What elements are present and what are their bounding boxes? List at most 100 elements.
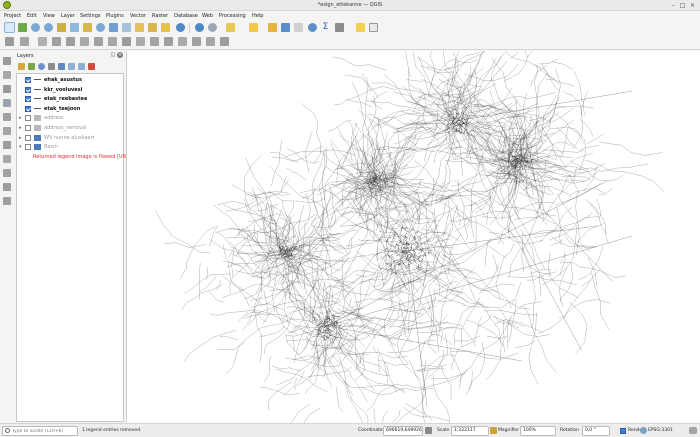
menu-help[interactable]: Help <box>252 13 263 19</box>
filter-legend-icon[interactable] <box>48 63 55 70</box>
add-vector-layer-icon[interactable] <box>3 85 11 93</box>
crs-globe-icon[interactable] <box>640 427 647 434</box>
layer-row[interactable]: ehak_asustus <box>17 76 123 85</box>
locator-input[interactable] <box>12 427 76 435</box>
zoom-last-icon[interactable] <box>122 23 131 32</box>
field-calculator-icon[interactable] <box>268 23 277 32</box>
zoom-to-selection-icon[interactable] <box>83 23 92 32</box>
zoom-next-icon[interactable] <box>135 23 144 32</box>
layer-row[interactable]: ▸ address <box>17 114 123 123</box>
split-parts-icon[interactable] <box>192 37 201 46</box>
move-feature-icon[interactable] <box>38 37 47 46</box>
measure-line-icon[interactable] <box>335 23 344 32</box>
zoom-native-icon[interactable] <box>109 23 118 32</box>
undo-icon[interactable] <box>3 183 11 191</box>
menu-database[interactable]: Database <box>174 13 198 19</box>
minimize-button[interactable]: – <box>670 2 677 9</box>
open-layer-styling-icon[interactable] <box>18 63 25 70</box>
scale-combo[interactable]: 1:322117 <box>451 426 489 436</box>
layer-visibility-checkbox[interactable] <box>25 96 31 103</box>
layer-visibility-checkbox[interactable] <box>25 105 31 112</box>
layer-visibility-checkbox[interactable] <box>25 125 31 131</box>
pan-to-selection-icon[interactable] <box>18 23 27 32</box>
split-features-icon[interactable] <box>178 37 187 46</box>
magnifier-spinbox[interactable]: 100% <box>520 426 556 436</box>
zoom-full-icon[interactable] <box>70 23 79 32</box>
digitize-icon[interactable] <box>5 37 14 46</box>
identify-icon[interactable] <box>195 23 204 32</box>
menu-layer[interactable]: Layer <box>61 13 75 19</box>
maximize-button[interactable]: □ <box>679 2 686 9</box>
processing-gear-icon[interactable] <box>308 23 317 32</box>
add-part-icon[interactable] <box>94 37 103 46</box>
add-postgis-icon[interactable] <box>3 141 11 149</box>
map-canvas[interactable] <box>126 26 700 437</box>
deselect-icon[interactable] <box>249 23 258 32</box>
expand-arrow-icon[interactable]: ▸ <box>19 125 22 131</box>
filter-by-expression-icon[interactable] <box>58 63 65 70</box>
expand-arrow-icon[interactable]: ▸ <box>19 135 22 141</box>
add-spatialite-icon[interactable] <box>3 127 11 135</box>
menu-view[interactable]: View <box>43 13 55 19</box>
reshape-icon[interactable] <box>150 37 159 46</box>
select-features-icon[interactable] <box>226 23 235 32</box>
float-panel-icon[interactable]: ◱ <box>110 52 116 58</box>
layer-visibility-checkbox[interactable] <box>25 144 31 151</box>
node-tool-icon[interactable] <box>20 37 29 46</box>
add-delimited-text-icon[interactable] <box>3 113 11 121</box>
simplify-icon[interactable] <box>66 37 75 46</box>
layer-visibility-checkbox[interactable] <box>25 77 31 83</box>
pan-hand-icon[interactable] <box>4 22 15 33</box>
zoom-out-icon[interactable] <box>44 23 53 32</box>
layer-row[interactable]: etak_reebastee <box>17 95 123 104</box>
menu-edit[interactable]: Edit <box>27 13 37 19</box>
map-tips-icon[interactable] <box>356 23 365 32</box>
collapse-all-icon[interactable] <box>78 63 85 70</box>
messages-icon[interactable] <box>689 427 697 434</box>
layer-row[interactable]: ▸ WV nunne aluskaart <box>17 134 123 143</box>
expand-arrow-icon[interactable]: ▾ <box>19 144 22 150</box>
rotate-point-symbols-icon[interactable] <box>220 37 229 46</box>
menu-raster[interactable]: Raster <box>152 13 168 19</box>
new-3d-map-view-icon[interactable] <box>161 23 170 32</box>
layer-row[interactable]: ▸ address_removal <box>17 124 123 133</box>
text-annotation-icon[interactable] <box>369 23 378 32</box>
road-network-map[interactable] <box>127 26 700 437</box>
render-checkbox[interactable] <box>620 428 626 434</box>
add-group-icon[interactable] <box>28 63 35 70</box>
menu-project[interactable]: Project <box>4 13 21 19</box>
menu-web[interactable]: Web <box>202 13 213 19</box>
attribute-table-icon[interactable] <box>281 23 290 32</box>
menu-vector[interactable]: Vector <box>130 13 146 19</box>
layer-row[interactable]: etak_teejoon <box>17 105 123 114</box>
zoom-to-layer-icon[interactable] <box>96 23 105 32</box>
new-map-view-icon[interactable] <box>148 23 157 32</box>
sum-icon[interactable]: Σ <box>321 23 330 32</box>
close-button[interactable]: × <box>689 2 696 9</box>
brush-icon[interactable] <box>3 71 11 79</box>
layer-row[interactable]: kkr_vooluvesi <box>17 86 123 95</box>
expand-all-icon[interactable] <box>68 63 75 70</box>
close-panel-icon[interactable]: × <box>117 52 123 58</box>
action-gear-icon[interactable] <box>208 23 217 32</box>
manage-visibility-eye-icon[interactable] <box>38 63 45 70</box>
layer-row[interactable]: ▾ Basm <box>17 143 123 152</box>
add-raster-layer-icon[interactable] <box>3 99 11 107</box>
merge-features-icon[interactable] <box>206 37 215 46</box>
crs-button[interactable]: EPSG:3301 <box>648 428 673 433</box>
layer-visibility-checkbox[interactable] <box>25 115 31 122</box>
pencil-icon[interactable] <box>3 57 11 65</box>
layer-visibility-checkbox[interactable] <box>25 86 31 93</box>
add-wfs-icon[interactable] <box>3 169 11 177</box>
remove-layer-icon[interactable] <box>88 63 95 70</box>
offset-curve-icon[interactable] <box>164 37 173 46</box>
layer-visibility-checkbox[interactable] <box>25 134 31 141</box>
redo-icon[interactable] <box>3 197 11 205</box>
rotation-spinbox[interactable]: 0,0 ° <box>582 426 610 436</box>
menu-plugins[interactable]: Plugins <box>106 13 124 19</box>
add-ring-icon[interactable] <box>80 37 89 46</box>
lock-scale-icon[interactable] <box>490 427 497 434</box>
zoom-rubber-band-icon[interactable] <box>57 23 66 32</box>
coordinate-field[interactable]: 696619,6489266 <box>383 426 423 436</box>
locator-bar[interactable] <box>2 426 78 436</box>
